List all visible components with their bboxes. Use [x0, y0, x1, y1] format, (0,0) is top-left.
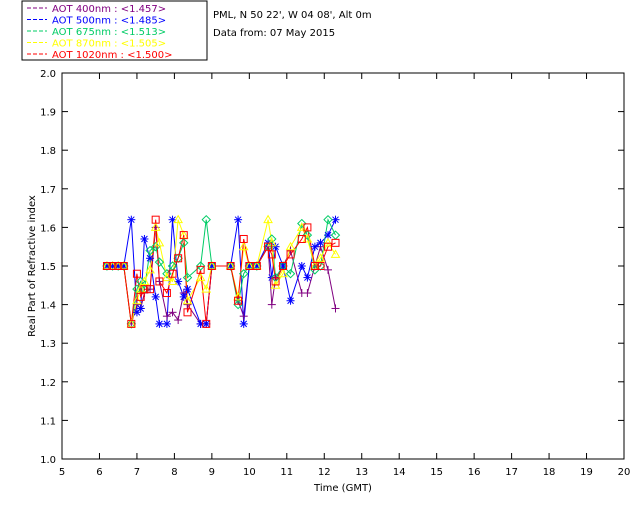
data-point-star: [140, 234, 149, 243]
data-point-plus: [162, 312, 171, 321]
chart: AOT 400nm : <1.457>AOT 500nm : <1.485>AO…: [21, 0, 631, 494]
x-tick-label: 12: [318, 467, 331, 478]
data-point-star: [146, 254, 155, 263]
data-point-plus: [146, 285, 155, 294]
data-point-plus: [331, 304, 340, 313]
data-point-diamond: [330, 230, 341, 240]
x-tick-label: 17: [505, 467, 518, 478]
data-point-star: [310, 242, 319, 251]
data-point-star: [303, 273, 312, 282]
data-point-star: [316, 238, 325, 247]
data-date: Data from: 07 May 2015: [213, 28, 335, 39]
legend-label: AOT 675nm : <1.513>: [52, 27, 166, 38]
data-point-star: [155, 319, 164, 328]
legend: AOT 400nm : <1.457>AOT 500nm : <1.485>AO…: [21, 0, 208, 61]
x-tick-label: 18: [543, 467, 556, 478]
plot-frame: [61, 72, 625, 460]
data-point-star: [234, 215, 243, 224]
data-point-star: [183, 285, 192, 294]
data-point-plus: [174, 316, 183, 325]
x-tick-label: 14: [393, 467, 406, 478]
x-tick-label: 6: [96, 467, 102, 478]
data-point-star: [162, 319, 171, 328]
legend-label: AOT 870nm : <1.505>: [52, 39, 166, 50]
data-point-star: [136, 304, 145, 313]
x-tick-label: 7: [134, 467, 140, 478]
y-tick-label: 1.1: [40, 416, 56, 427]
x-tick-label: 11: [280, 467, 293, 478]
y-tick-label: 1.0: [40, 455, 56, 466]
data-point-star: [239, 319, 248, 328]
x-tick-label: 20: [618, 467, 631, 478]
data-point-plus: [155, 277, 164, 286]
y-tick-label: 1.9: [40, 108, 56, 119]
legend-label: AOT 400nm : <1.457>: [52, 4, 166, 15]
y-tick-label: 1.7: [40, 185, 56, 196]
y-tick-label: 2.0: [40, 69, 56, 80]
x-tick-label: 15: [430, 467, 443, 478]
legend-label: AOT 1020nm : <1.500>: [52, 50, 172, 61]
data-point-star: [297, 262, 306, 270]
data-point-star: [127, 215, 136, 224]
data-point-star: [151, 292, 160, 301]
data-point-plus: [303, 289, 312, 298]
x-tick-label: 9: [209, 467, 215, 478]
legend-label: AOT 500nm : <1.485>: [52, 16, 166, 27]
x-tick-label: 5: [59, 467, 65, 478]
y-tick-label: 1.2: [40, 378, 56, 389]
x-tick-label: 19: [580, 467, 593, 478]
data-point-star: [179, 292, 188, 301]
data-point-plus: [239, 312, 248, 321]
x-tick-label: 10: [243, 467, 256, 478]
y-tick-label: 1.8: [40, 146, 56, 157]
y-tick-label: 1.3: [40, 339, 56, 350]
data-point-star: [286, 296, 295, 305]
site-info: PML, N 50 22', W 04 08', Alt 0m: [213, 10, 372, 21]
y-tick-label: 1.6: [40, 223, 56, 234]
data-point-plus: [267, 300, 276, 309]
data-point-plus: [168, 308, 177, 317]
x-tick-label: 13: [355, 467, 368, 478]
data-point-star: [202, 319, 211, 328]
x-tick-label: 8: [171, 467, 177, 478]
x-axis-title: Time (GMT): [313, 483, 372, 494]
y-tick-label: 1.4: [40, 301, 56, 312]
y-tick-label: 1.5: [40, 262, 56, 273]
x-tick-label: 16: [468, 467, 481, 478]
data-point-plus: [324, 265, 333, 274]
y-axis-title: Real Part of Refractive index: [27, 195, 38, 337]
